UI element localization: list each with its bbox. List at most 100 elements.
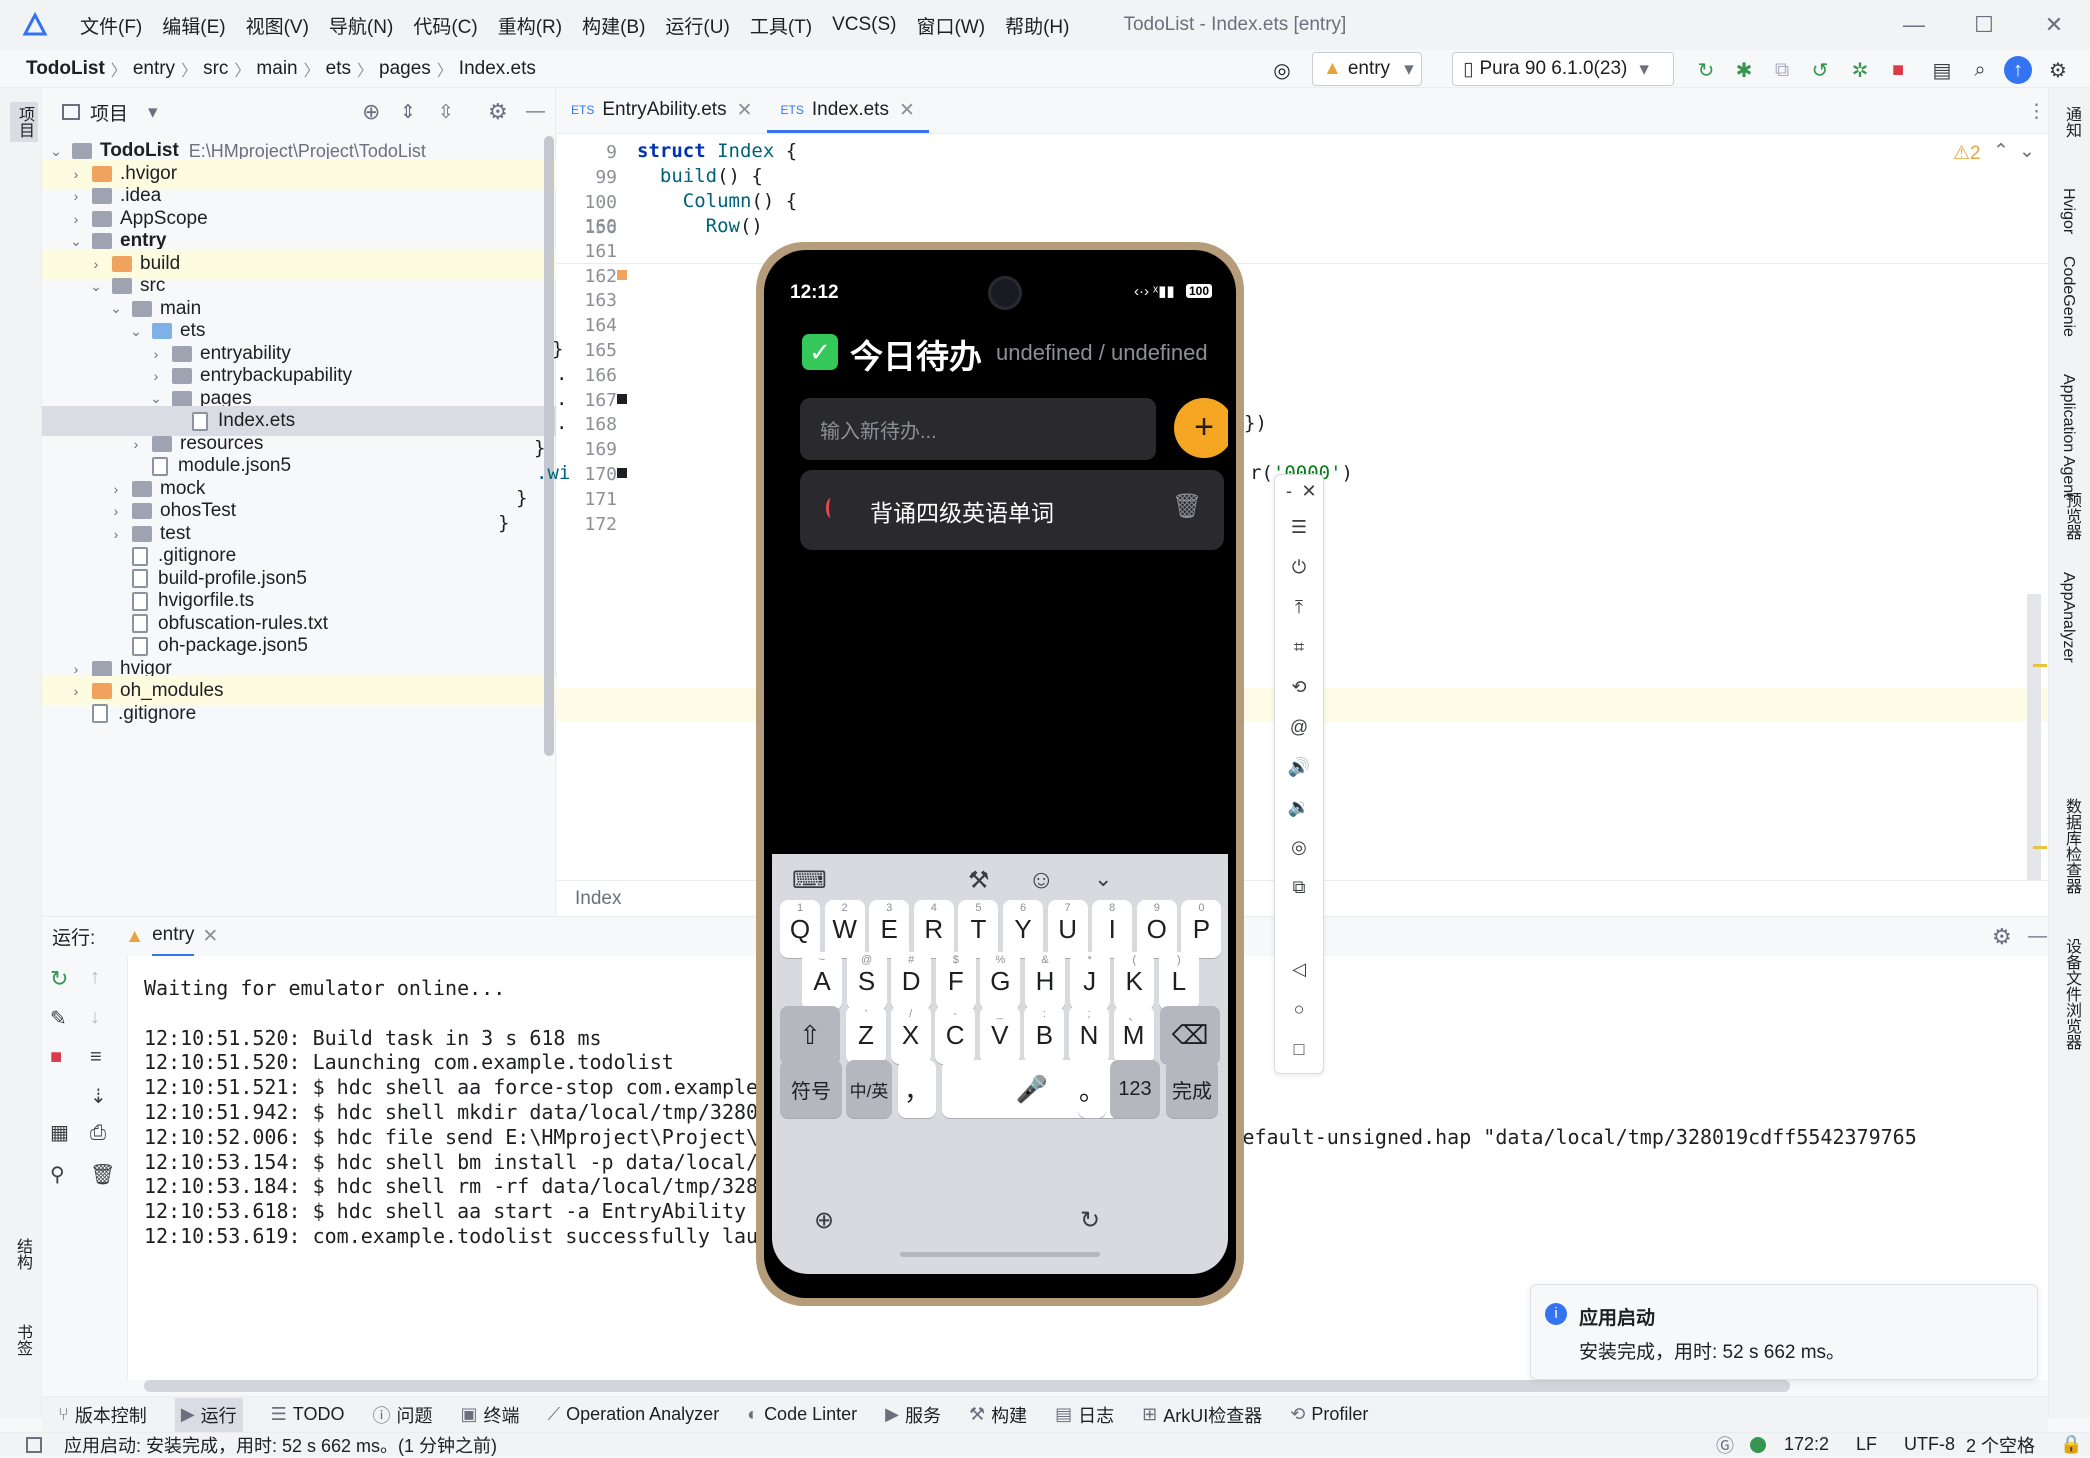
more-tabs-icon[interactable]: ⋮ xyxy=(2027,100,2046,123)
update-icon[interactable]: ↑ xyxy=(2004,56,2032,84)
emoji-icon[interactable]: ☺ xyxy=(1028,864,1055,895)
tool-window-8[interactable]: ⚒ 构建 xyxy=(969,1402,1027,1428)
profile-icon[interactable]: ✲ xyxy=(1846,56,1874,84)
pin-icon[interactable]: ⚲ xyxy=(50,1162,65,1187)
tool-window-3[interactable]: ⓘ 问题 xyxy=(372,1402,432,1428)
key-o[interactable]: 9O xyxy=(1136,900,1177,958)
tree-scrollbar[interactable] xyxy=(544,136,554,756)
menu-item[interactable]: 编辑(E) xyxy=(152,12,235,39)
key-w[interactable]: 2W xyxy=(824,900,865,958)
key-d[interactable]: # D xyxy=(891,952,932,1010)
code-fragment[interactable]: . xyxy=(556,412,567,434)
add-todo-button[interactable]: + xyxy=(1174,398,1228,458)
console-scrollbar[interactable] xyxy=(144,1380,1790,1392)
key-p[interactable]: 0P xyxy=(1181,900,1222,958)
location-icon[interactable]: @ xyxy=(1275,717,1323,738)
close-tab-icon[interactable]: ✕ xyxy=(899,99,915,122)
key-n[interactable]: ; N xyxy=(1069,1006,1109,1064)
key-u[interactable]: 7U xyxy=(1047,900,1088,958)
chevron-down-icon[interactable]: ⌄ xyxy=(108,300,124,317)
right-tool-7[interactable]: 设备文件浏览器 xyxy=(2059,938,2083,1050)
menu-item[interactable]: 导航(N) xyxy=(319,12,403,39)
chevron-right-icon[interactable]: › xyxy=(68,166,84,182)
stop-icon[interactable]: ■ xyxy=(50,1046,62,1069)
tool-window-5[interactable]: ⟋ Operation Analyzer xyxy=(547,1404,719,1425)
chevron-right-icon[interactable]: › xyxy=(148,368,164,384)
new-todo-input[interactable]: 输入新待办... xyxy=(800,398,1156,460)
chevron-right-icon[interactable]: › xyxy=(68,661,84,677)
home-indicator[interactable] xyxy=(900,1252,1100,1257)
next-highlight-icon[interactable]: ⌄ xyxy=(2019,140,2035,163)
breadcrumb-item[interactable]: Index.ets xyxy=(459,58,536,80)
sticky-code[interactable]: struct Index { xyxy=(637,140,797,162)
key-k[interactable]: (K xyxy=(1114,952,1155,1010)
period-key[interactable]: 。 xyxy=(1078,1060,1106,1118)
close-tab-icon[interactable]: ✕ xyxy=(202,925,218,948)
breadcrumb-item[interactable]: ets xyxy=(326,58,351,80)
menu-item[interactable]: 帮助(H) xyxy=(995,12,1079,39)
symbols-key[interactable]: 符号 xyxy=(780,1060,842,1118)
menu-icon[interactable]: ☰ xyxy=(1275,517,1323,538)
project-tool-button[interactable]: 项目 xyxy=(10,102,38,142)
indent-setting[interactable]: 2 个空格 xyxy=(1966,1432,2035,1458)
line-ending[interactable]: LF xyxy=(1856,1434,1877,1455)
menu-item[interactable]: VCS(S) xyxy=(822,14,906,36)
phone-screen[interactable]: 12:12 ‹·› ˣ▮▮ 100 ✓ 今日待办 undefined / und… xyxy=(772,274,1228,1274)
chevron-right-icon[interactable]: › xyxy=(68,683,84,699)
breadcrumb-item[interactable]: src xyxy=(203,58,228,80)
menu-item[interactable]: 运行(U) xyxy=(655,12,739,39)
key-a[interactable]: ~ A xyxy=(802,952,842,1010)
tool-window-10[interactable]: ⊞ ArkUI检查器 xyxy=(1142,1402,1262,1428)
device-select[interactable]: ▯ Pura 90 6.1.0(23) ▾ xyxy=(1452,52,1674,86)
screenshot-icon[interactable]: ◎ xyxy=(1275,837,1323,858)
key-x[interactable]: / X xyxy=(890,1006,931,1064)
menu-item[interactable]: 工具(T) xyxy=(740,12,822,39)
editor-scrollbar[interactable] xyxy=(2027,594,2041,894)
key-c[interactable]: -C xyxy=(935,1006,976,1064)
close-icon[interactable]: ✕ xyxy=(1285,481,1333,502)
right-tool-1[interactable]: Hvigor xyxy=(2059,188,2077,234)
chevron-down-icon[interactable]: ⌄ xyxy=(68,233,84,250)
attach-debugger-icon[interactable]: ⧉ xyxy=(1768,56,1796,84)
tool-window-2[interactable]: ☰ TODO xyxy=(271,1404,345,1425)
caret-position[interactable]: 172:2 xyxy=(1784,1434,1829,1455)
chevron-right-icon[interactable]: › xyxy=(108,526,124,542)
key-f[interactable]: $ F xyxy=(935,952,976,1010)
expand-all-icon[interactable]: ⇕ xyxy=(400,101,416,124)
chevron-down-icon[interactable]: ⌄ xyxy=(48,143,64,160)
chevron-right-icon[interactable]: › xyxy=(108,503,124,519)
rerun-icon[interactable]: ↻ xyxy=(50,966,68,992)
tab-entryability[interactable]: ETS EntryAbility.ets ✕ xyxy=(557,87,767,133)
crop-icon[interactable]: ⌗ xyxy=(1275,637,1323,658)
tool-window-1[interactable]: ▶ 运行 xyxy=(174,1397,243,1432)
menu-item[interactable]: 窗口(W) xyxy=(906,12,995,39)
file-encoding[interactable]: UTF-8 xyxy=(1904,1434,1955,1455)
recents-icon[interactable]: □ xyxy=(1275,1039,1323,1060)
lang-switch-key[interactable]: 中/英 xyxy=(846,1060,892,1118)
breadcrumb-item[interactable]: entry xyxy=(133,58,175,80)
chevron-down-icon[interactable]: ▾ xyxy=(148,101,158,124)
right-tool-5[interactable]: AppAnalyzer xyxy=(2059,572,2077,663)
debug-icon[interactable]: ✱ xyxy=(1730,56,1758,84)
delete-icon[interactable]: 🗑 xyxy=(1172,492,1202,521)
power-icon[interactable]: ⏻ xyxy=(1275,557,1323,578)
apply-changes-icon[interactable]: ↺ xyxy=(1806,56,1834,84)
collapse-all-icon[interactable]: ⇳ xyxy=(438,101,454,124)
code-fragment[interactable]: } xyxy=(552,338,563,360)
key-v[interactable]: _ V xyxy=(979,1006,1020,1064)
shift-key[interactable]: ⇧ xyxy=(780,1006,840,1064)
key-b[interactable]: :B xyxy=(1024,1006,1065,1064)
menu-item[interactable]: 代码(C) xyxy=(403,12,487,39)
tool-window-4[interactable]: ▣ 终端 xyxy=(460,1402,519,1428)
multi-device-icon[interactable]: ⧉ xyxy=(1275,877,1323,898)
project-structure-icon[interactable]: ▤ xyxy=(1928,56,1956,84)
trash-icon[interactable]: 🗑 xyxy=(90,1162,115,1187)
code-fragment[interactable]: .wi xyxy=(536,462,570,484)
backspace-key[interactable]: ⌫ xyxy=(1160,1006,1220,1064)
menu-item[interactable]: 视图(V) xyxy=(236,12,319,39)
right-tool-6[interactable]: 数据库检查器 xyxy=(2059,798,2083,894)
wrench-icon[interactable]: ✎ xyxy=(50,1006,67,1031)
right-tool-4[interactable]: 预览器 xyxy=(2059,492,2083,540)
lock-icon[interactable]: 🔒 xyxy=(2060,1434,2082,1455)
soft-wrap-icon[interactable]: ≡ xyxy=(90,1046,102,1069)
